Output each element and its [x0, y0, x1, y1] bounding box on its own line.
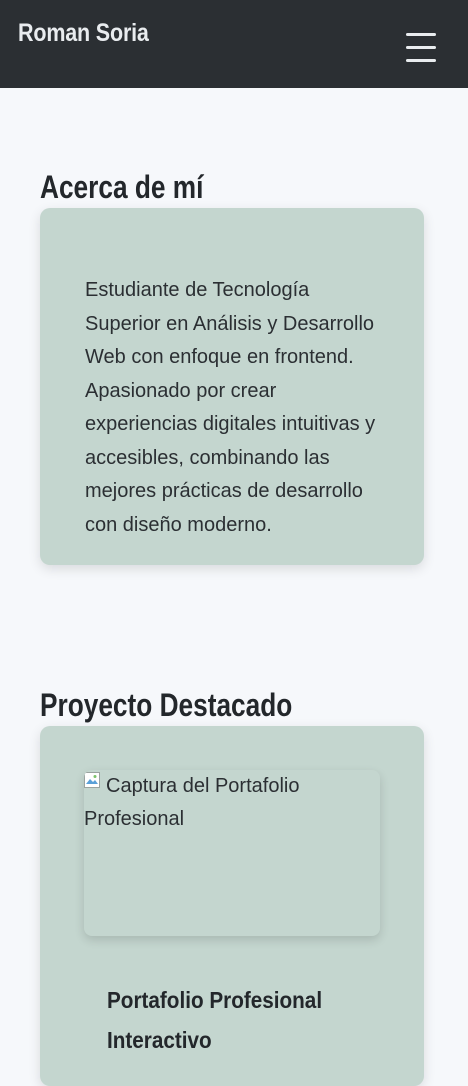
menu-bar-line	[406, 46, 436, 49]
hamburger-menu-icon[interactable]	[404, 30, 438, 64]
image-alt-text: Captura del Portafolio Profesional	[84, 775, 300, 830]
project-name: Portafolio Profesional Interactivo	[107, 987, 323, 1053]
project-card: Captura del Portafolio Profesional Porta…	[40, 726, 424, 1086]
top-navbar: Roman Soria	[0, 0, 468, 88]
about-section-title: Acerca de mí	[40, 168, 204, 205]
project-section-title: Proyecto Destacado	[40, 686, 293, 723]
about-description: Estudiante de Tecnología Superior en Aná…	[85, 279, 376, 536]
menu-bar-line	[406, 59, 436, 62]
project-screenshot: Captura del Portafolio Profesional	[84, 770, 380, 936]
about-card: Estudiante de Tecnología Superior en Aná…	[40, 208, 424, 565]
site-brand[interactable]: Roman Soria	[18, 18, 149, 48]
menu-bar-line	[406, 33, 436, 36]
